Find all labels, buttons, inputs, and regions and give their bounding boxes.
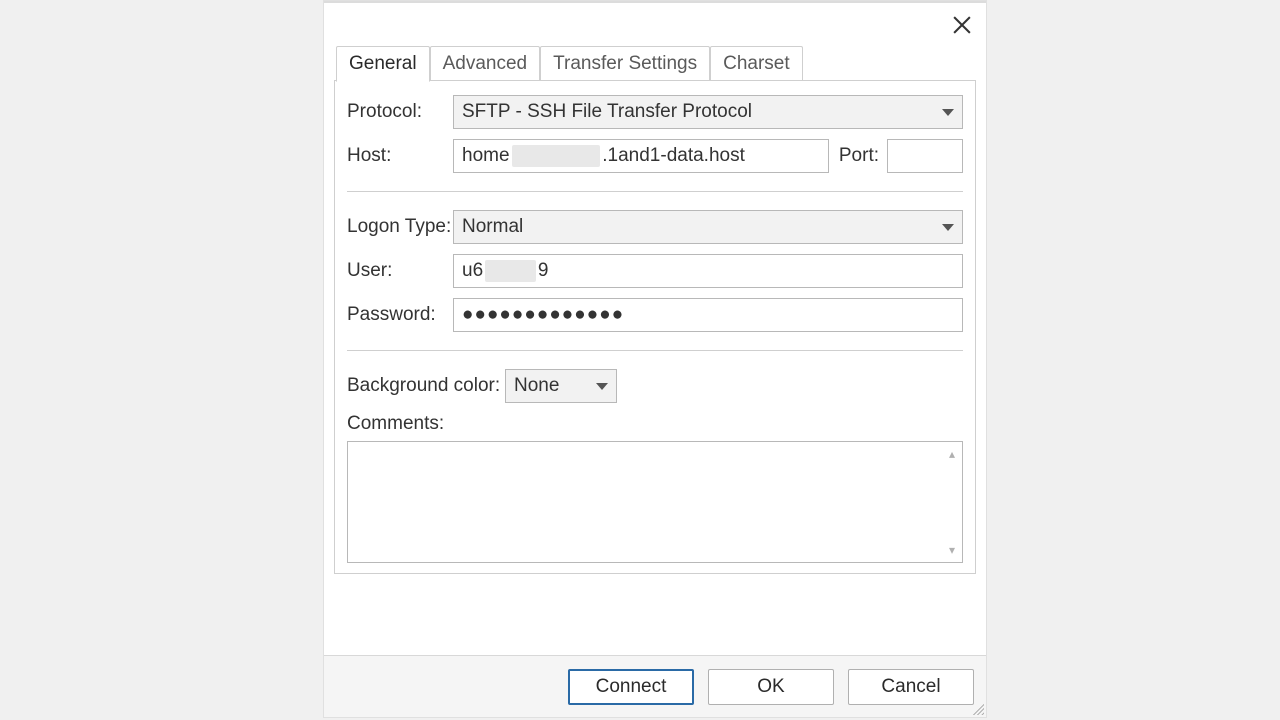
password-row: Password: ●●●●●●●●●●●●● [347, 298, 963, 332]
user-label: User: [347, 260, 453, 282]
user-input[interactable]: u6XXXX9 [453, 254, 963, 288]
host-label: Host: [347, 145, 453, 167]
user-redacted: XXXX [485, 260, 536, 282]
user-value-prefix: u6 [462, 260, 483, 282]
host-row: Host: homeXXXXXXX.1and1-data.host Port: [347, 139, 963, 173]
protocol-row: Protocol: SFTP - SSH File Transfer Proto… [347, 95, 963, 129]
host-value-prefix: home [462, 145, 510, 167]
logon-type-select[interactable]: Normal [453, 210, 963, 244]
close-icon [953, 16, 971, 34]
host-input[interactable]: homeXXXXXXX.1and1-data.host [453, 139, 829, 173]
comments-label: Comments: [347, 413, 963, 435]
scroll-up-icon[interactable]: ▴ [944, 446, 960, 462]
dialog-titlebar [324, 1, 986, 47]
section-divider-1 [347, 191, 963, 192]
site-manager-dialog: General Advanced Transfer Settings Chars… [323, 0, 987, 718]
password-label: Password: [347, 304, 453, 326]
section-divider-2 [347, 350, 963, 351]
tab-transfer-settings[interactable]: Transfer Settings [540, 46, 710, 81]
protocol-label: Protocol: [347, 101, 453, 123]
password-value: ●●●●●●●●●●●●● [462, 304, 624, 326]
user-row: User: u6XXXX9 [347, 254, 963, 288]
protocol-value: SFTP - SSH File Transfer Protocol [462, 101, 752, 123]
tab-bar: General Advanced Transfer Settings Chars… [324, 47, 986, 81]
port-input[interactable] [887, 139, 963, 173]
logon-type-value: Normal [462, 216, 523, 238]
protocol-select[interactable]: SFTP - SSH File Transfer Protocol [453, 95, 963, 129]
general-panel: Protocol: SFTP - SSH File Transfer Proto… [334, 80, 976, 574]
bgcolor-select[interactable]: None [505, 369, 617, 403]
tab-advanced[interactable]: Advanced [430, 46, 541, 81]
scroll-down-icon[interactable]: ▾ [944, 542, 960, 558]
user-value-suffix: 9 [538, 260, 549, 282]
port-label: Port: [839, 145, 879, 167]
password-input[interactable]: ●●●●●●●●●●●●● [453, 298, 963, 332]
host-redacted: XXXXXXX [512, 145, 601, 167]
chevron-down-icon [942, 224, 954, 231]
tab-general[interactable]: General [336, 46, 430, 82]
tab-charset[interactable]: Charset [710, 46, 803, 81]
bgcolor-row: Background color: None [347, 369, 963, 403]
connect-button[interactable]: Connect [568, 669, 694, 705]
cancel-button[interactable]: Cancel [848, 669, 974, 705]
close-button[interactable] [944, 7, 980, 43]
comments-textarea[interactable]: ▴ ▾ [347, 441, 963, 563]
bgcolor-label: Background color: [347, 375, 505, 397]
logon-type-row: Logon Type: Normal [347, 210, 963, 244]
chevron-down-icon [942, 109, 954, 116]
dialog-footer: Connect OK Cancel [324, 655, 986, 717]
host-value-suffix: .1and1-data.host [602, 145, 745, 167]
bgcolor-value: None [514, 375, 559, 397]
resize-grip[interactable] [970, 701, 984, 715]
ok-button[interactable]: OK [708, 669, 834, 705]
logon-type-label: Logon Type: [347, 216, 453, 238]
chevron-down-icon [596, 383, 608, 390]
